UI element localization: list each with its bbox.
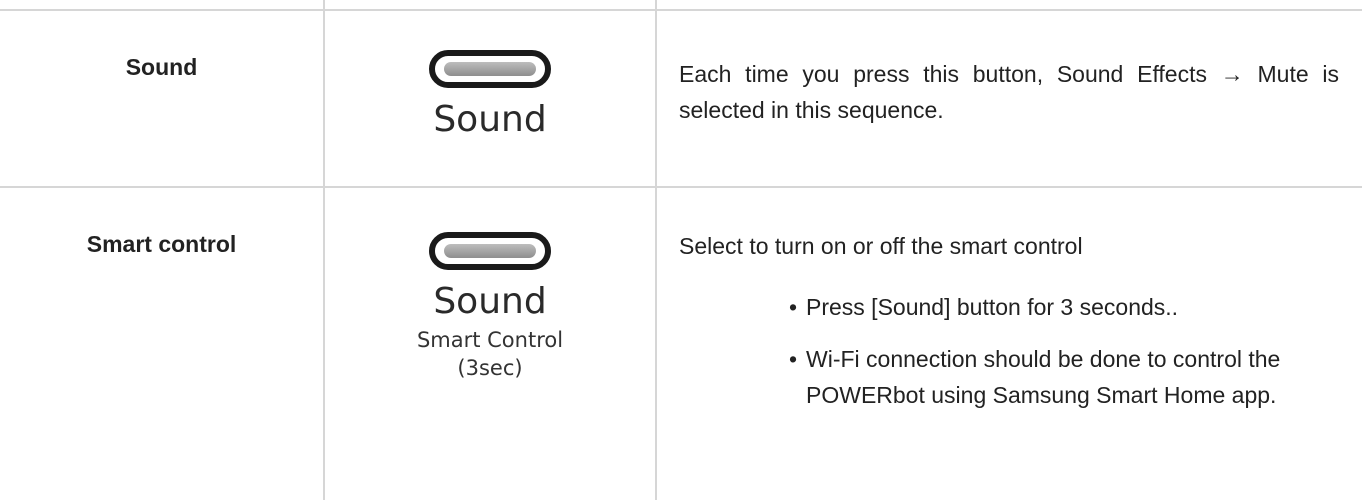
bullet-list: • Press [Sound] button for 3 seconds.. •… <box>789 289 1349 429</box>
pill-button-icon <box>429 50 551 88</box>
button-illustration: Sound Smart Control (3sec) <box>325 232 655 382</box>
bullet-icon: • <box>789 346 798 372</box>
button-label: Sound <box>433 99 547 140</box>
button-illustration: Sound <box>325 50 655 140</box>
column-divider-right <box>655 0 657 500</box>
list-item-text: Press [Sound] button for 3 seconds.. <box>806 294 1179 320</box>
list-item: • Wi-Fi connection should be done to con… <box>789 341 1349 413</box>
button-label: Sound <box>433 281 547 322</box>
button-sublabel-duration: (3sec) <box>457 356 523 380</box>
button-sublabel: Smart Control <box>416 328 564 352</box>
bullet-icon: • <box>789 294 798 320</box>
table-top-border <box>0 9 1362 11</box>
row-name: Sound <box>125 54 198 80</box>
row-name: Smart control <box>86 231 237 257</box>
row-divider <box>0 186 1362 188</box>
list-item-text: Wi-Fi connection should be done to contr… <box>806 346 1281 408</box>
feature-table: Sound Sound Each time you press this but… <box>0 0 1362 500</box>
row-description: Select to turn on or off the smart contr… <box>679 233 1083 259</box>
row-description: Each time you press this button, Sound E… <box>679 61 1339 123</box>
list-item: • Press [Sound] button for 3 seconds.. <box>789 289 1349 325</box>
pill-button-icon <box>429 232 551 270</box>
pill-button-slot <box>444 244 536 258</box>
pill-button-slot <box>444 62 536 76</box>
